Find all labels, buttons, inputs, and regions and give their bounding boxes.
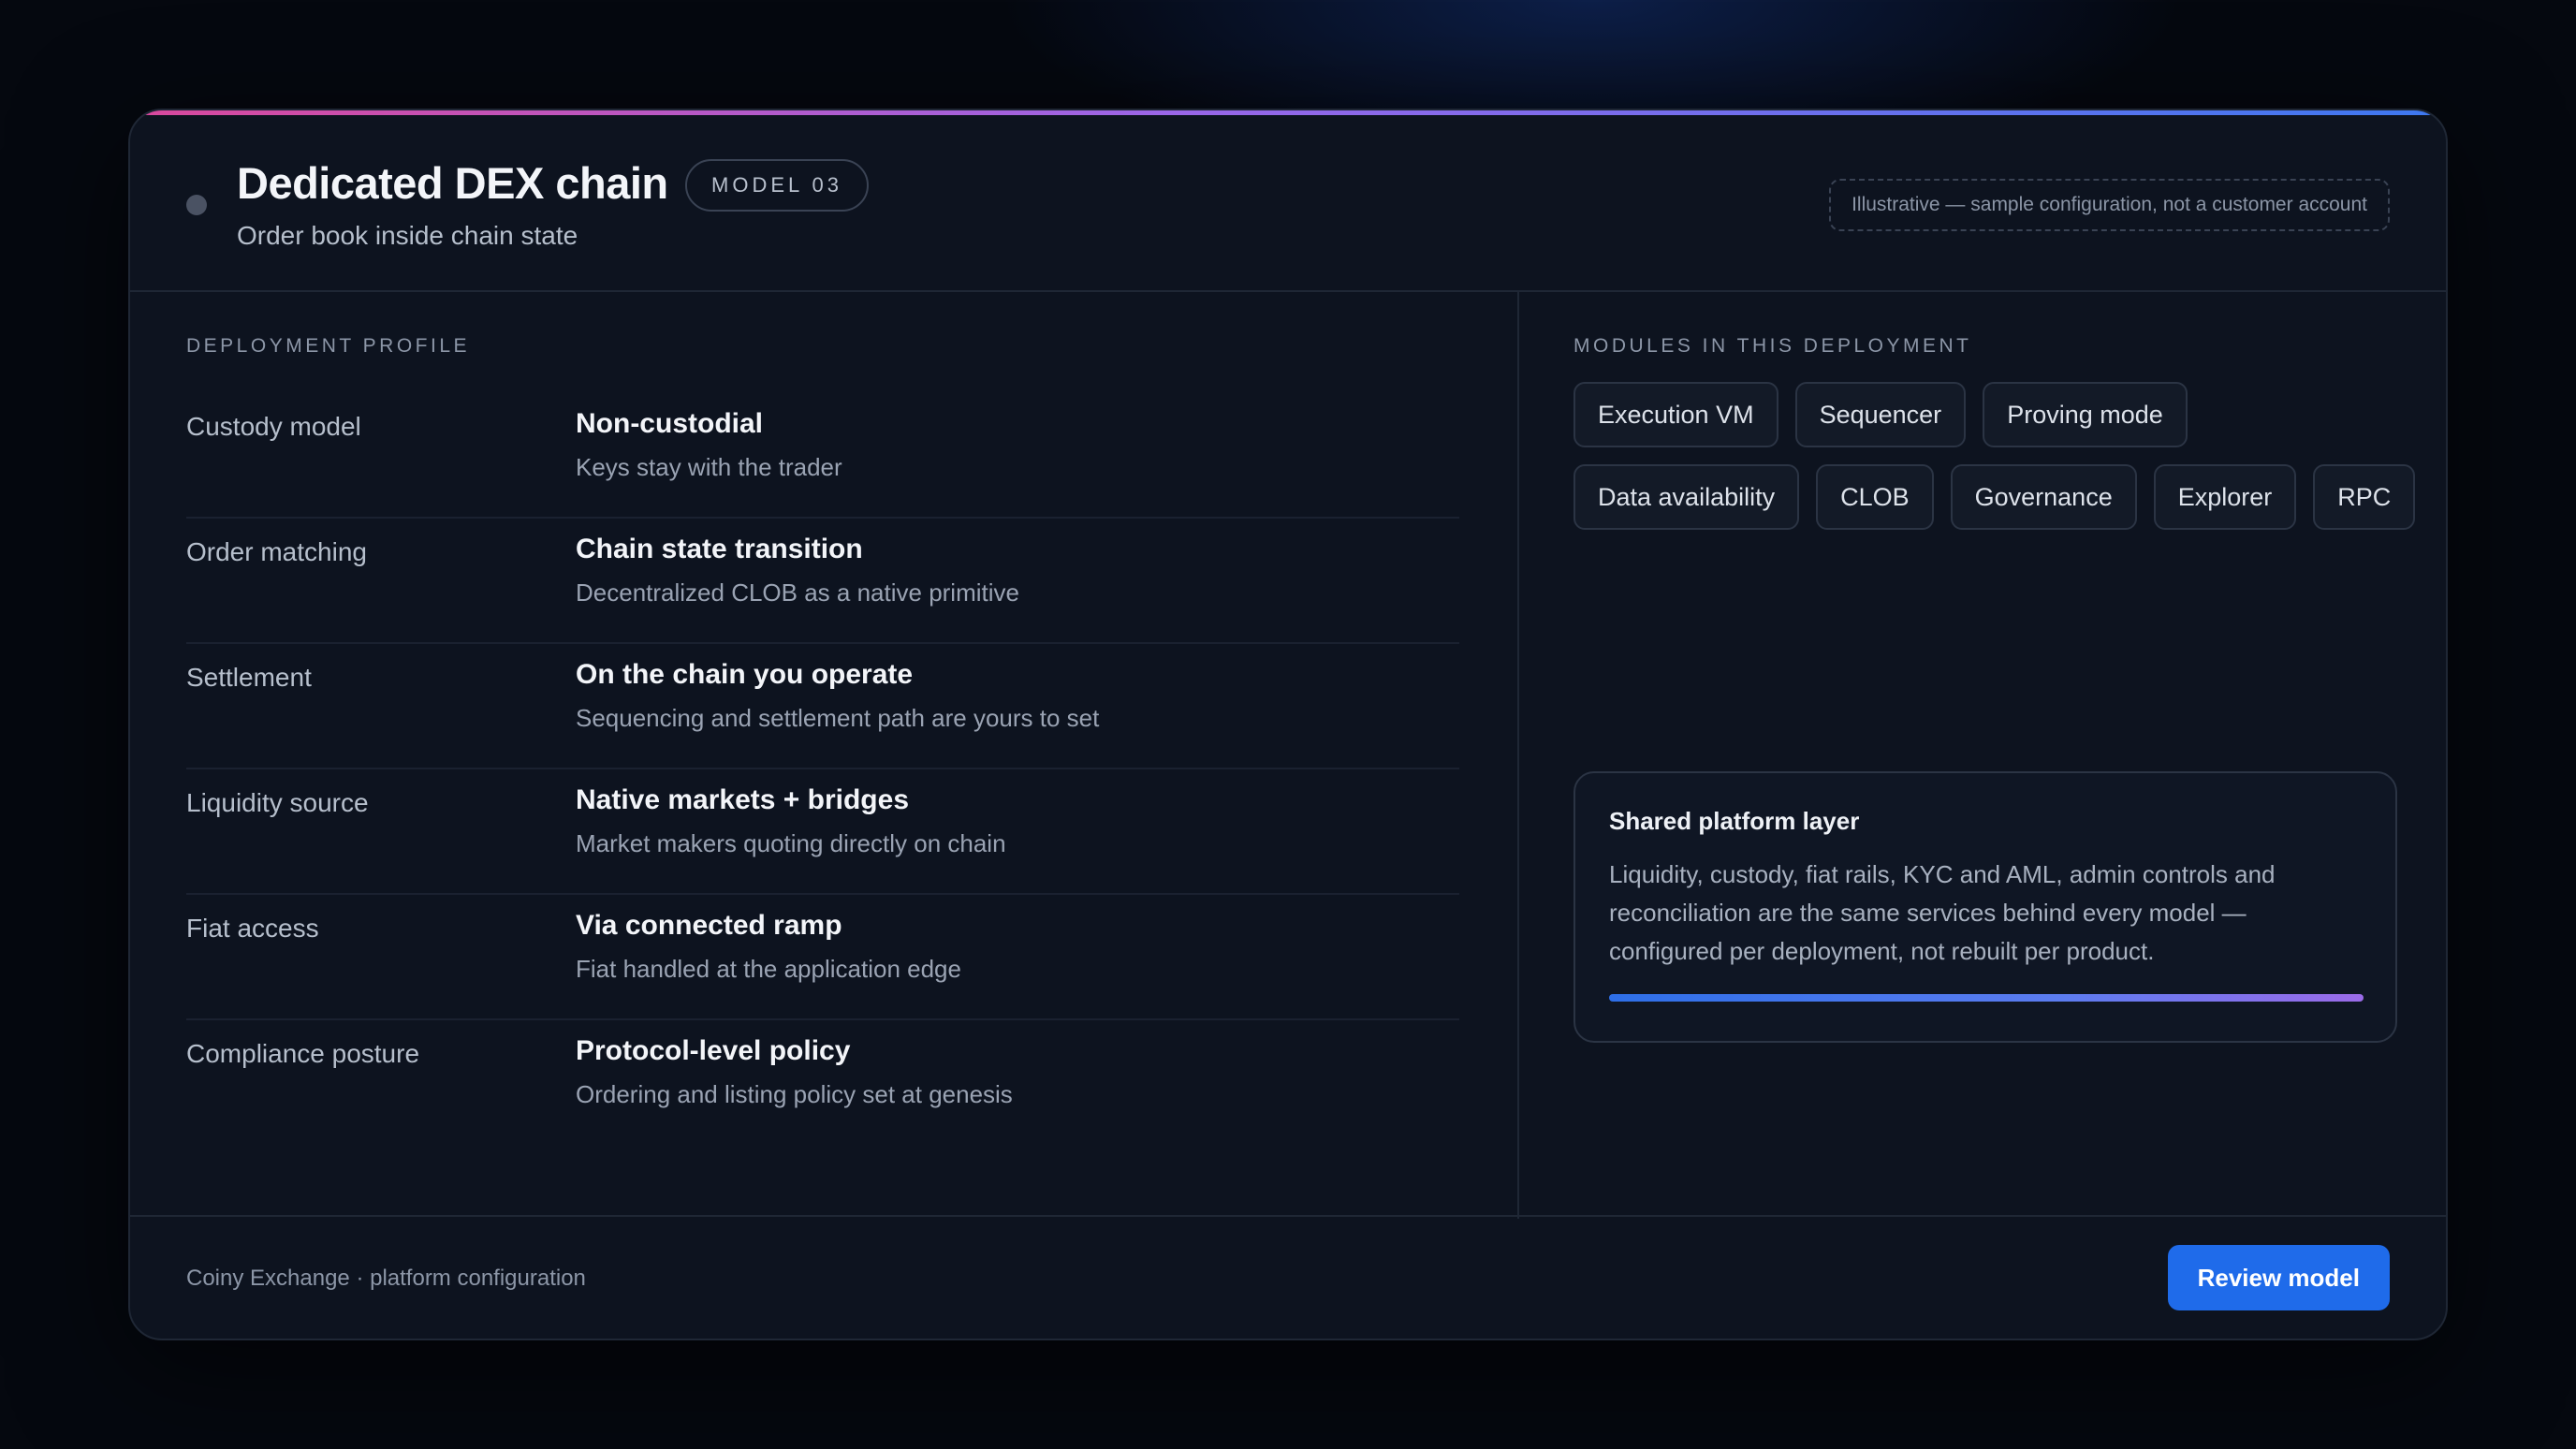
- profile-row-value: On the chain you operate: [576, 659, 914, 690]
- deployment-profile-label: DEPLOYMENT PROFILE: [186, 335, 471, 357]
- module-chip-explorer[interactable]: Explorer: [2153, 464, 2297, 530]
- shared-platform-text: Liquidity, custody, fiat rails, KYC and …: [1609, 860, 2276, 965]
- profile-row-key: Custody model: [186, 412, 361, 441]
- profile-row-value: Via connected ramp: [576, 910, 842, 941]
- shared-platform-box: Shared platform layer Liquidity, custody…: [1573, 771, 2397, 1043]
- profile-row-description: Fiat handled at the application edge: [576, 955, 961, 983]
- profile-row-value: Chain state transition: [576, 534, 863, 564]
- profile-row-liquidity: Liquidity source Native markets + bridge…: [186, 769, 1459, 895]
- profile-row-key: Fiat access: [186, 914, 319, 943]
- profile-row-order-matching: Order matching Chain state transition De…: [186, 519, 1459, 644]
- shared-platform-title: Shared platform layer: [1609, 807, 1860, 835]
- progress-fill: [1609, 994, 2364, 1002]
- deployment-profile-panel: DEPLOYMENT PROFILE Custody model Non-cus…: [130, 292, 1519, 1219]
- module-chip-sequencer[interactable]: Sequencer: [1794, 382, 1967, 447]
- profile-row-key: Order matching: [186, 537, 367, 566]
- module-chip-execution-vm[interactable]: Execution VM: [1573, 382, 1778, 447]
- module-chip-data-availability[interactable]: Data availability: [1573, 464, 1800, 530]
- footer-text: Coiny Exchange · platform configuration: [186, 1266, 586, 1291]
- profile-row-value: Protocol-level policy: [576, 1035, 851, 1066]
- modules-panel: MODULES IN THIS DEPLOYMENT Execution VM …: [1521, 292, 2446, 1219]
- profile-row-custody: Custody model Non-custodial Keys stay wi…: [186, 393, 1459, 519]
- card-header: Dedicated DEX chain MODEL 03 Order book …: [130, 110, 2446, 292]
- profile-row-settlement: Settlement On the chain you operate Sequ…: [186, 644, 1459, 769]
- illustrative-notice: Illustrative — sample configuration, not…: [1829, 179, 2390, 231]
- profile-row-fiat-access: Fiat access Via connected ramp Fiat hand…: [186, 895, 1459, 1020]
- profile-row-compliance: Compliance posture Protocol-level policy…: [186, 1020, 1459, 1146]
- profile-row-description: Ordering and listing policy set at genes…: [576, 1080, 1013, 1108]
- profile-row-description: Sequencing and settlement path are yours…: [576, 704, 1100, 732]
- profile-row-key: Settlement: [186, 663, 312, 692]
- profile-row-description: Keys stay with the trader: [576, 453, 842, 481]
- profile-row-value: Non-custodial: [576, 408, 763, 439]
- module-chip-clob[interactable]: CLOB: [1816, 464, 1934, 530]
- module-chip-governance[interactable]: Governance: [1950, 464, 2137, 530]
- profile-row-key: Liquidity source: [186, 788, 369, 817]
- modules-label: MODULES IN THIS DEPLOYMENT: [1573, 335, 1972, 357]
- module-chip-proving-mode[interactable]: Proving mode: [1983, 382, 2188, 447]
- review-model-button[interactable]: Review model: [2167, 1245, 2390, 1310]
- module-chip-rpc[interactable]: RPC: [2313, 464, 2416, 530]
- model-card: Dedicated DEX chain MODEL 03 Order book …: [128, 109, 2448, 1340]
- profile-row-value: Native markets + bridges: [576, 784, 910, 815]
- module-chips: Execution VM Sequencer Proving mode Data…: [1573, 382, 2416, 530]
- profile-row-description: Market makers quoting directly on chain: [576, 829, 1006, 857]
- status-dot-icon: [186, 195, 207, 215]
- card-footer: Coiny Exchange · platform configuration …: [130, 1215, 2446, 1339]
- page-title: Dedicated DEX chain: [237, 158, 668, 208]
- model-badge: MODEL 03: [685, 159, 870, 212]
- shared-platform-progress: [1609, 994, 2364, 1002]
- profile-row-description: Decentralized CLOB as a native primitive: [576, 578, 1019, 607]
- page-subtitle: Order book inside chain state: [237, 221, 578, 250]
- profile-row-key: Compliance posture: [186, 1039, 420, 1068]
